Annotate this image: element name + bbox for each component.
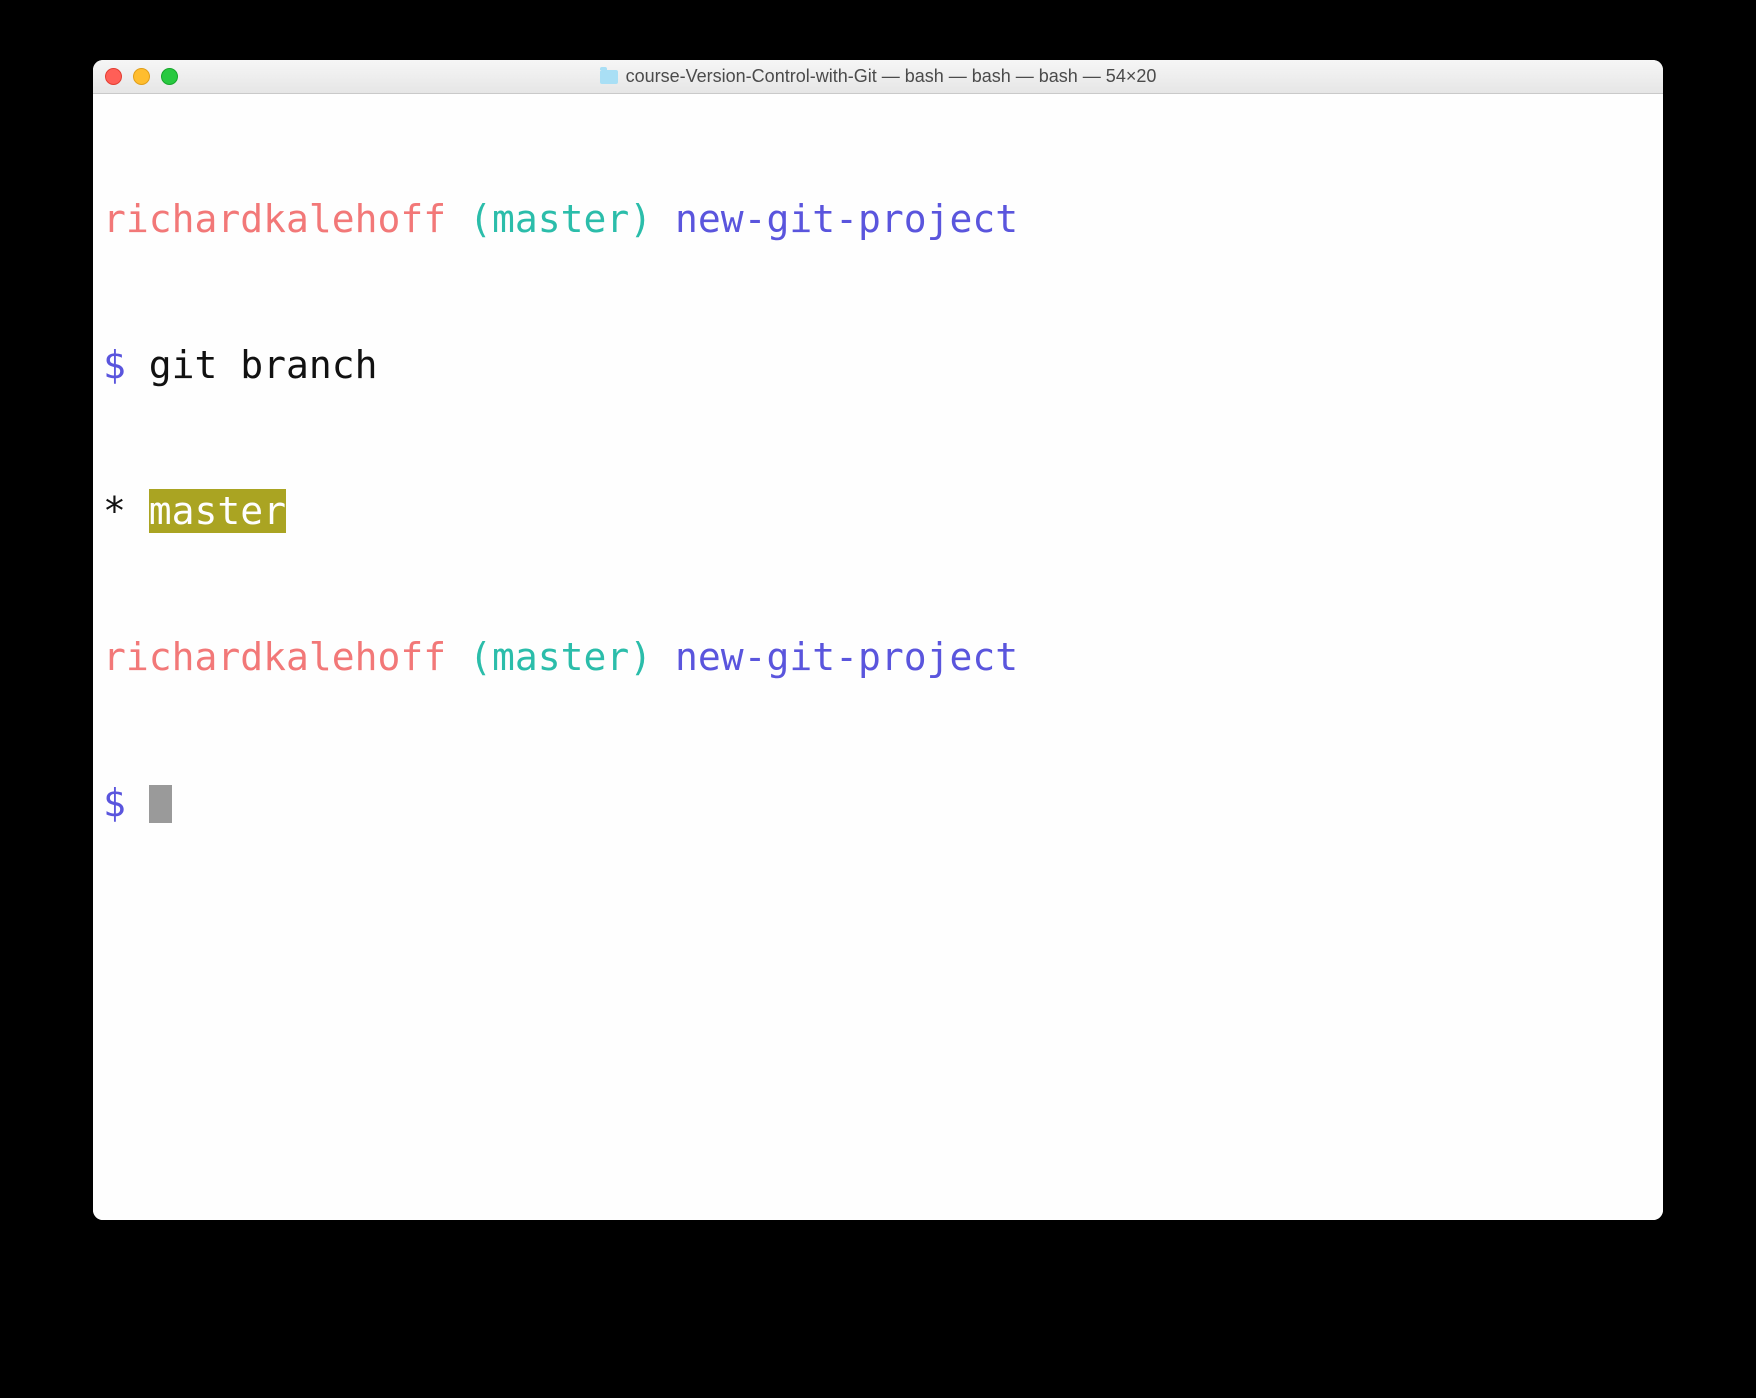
prompt-user: richardkalehoff [103,635,446,679]
branch-output-line: * master [103,487,1653,536]
window-title: course-Version-Control-with-Git — bash —… [626,66,1157,87]
command-line-2: $ [103,779,1653,828]
cursor [149,785,172,823]
title-wrap: course-Version-Control-with-Git — bash —… [93,66,1663,87]
prompt-symbol: $ [103,781,149,825]
traffic-lights [105,68,178,85]
zoom-button[interactable] [161,68,178,85]
prompt-branch: (master) [446,197,675,241]
prompt-line-2: richardkalehoff (master) new-git-project [103,633,1653,682]
prompt-symbol: $ [103,343,149,387]
prompt-project: new-git-project [675,635,1018,679]
close-button[interactable] [105,68,122,85]
prompt-user: richardkalehoff [103,197,446,241]
folder-icon [600,70,618,84]
current-branch-name: master [149,489,286,533]
titlebar[interactable]: course-Version-Control-with-Git — bash —… [93,60,1663,94]
terminal-window: course-Version-Control-with-Git — bash —… [93,60,1663,1220]
prompt-line-1: richardkalehoff (master) new-git-project [103,195,1653,244]
minimize-button[interactable] [133,68,150,85]
prompt-project: new-git-project [675,197,1018,241]
command-line-1: $ git branch [103,341,1653,390]
prompt-branch: (master) [446,635,675,679]
command-text: git branch [149,343,378,387]
terminal-body[interactable]: richardkalehoff (master) new-git-project… [93,94,1663,1220]
current-branch-star: * [103,489,149,533]
